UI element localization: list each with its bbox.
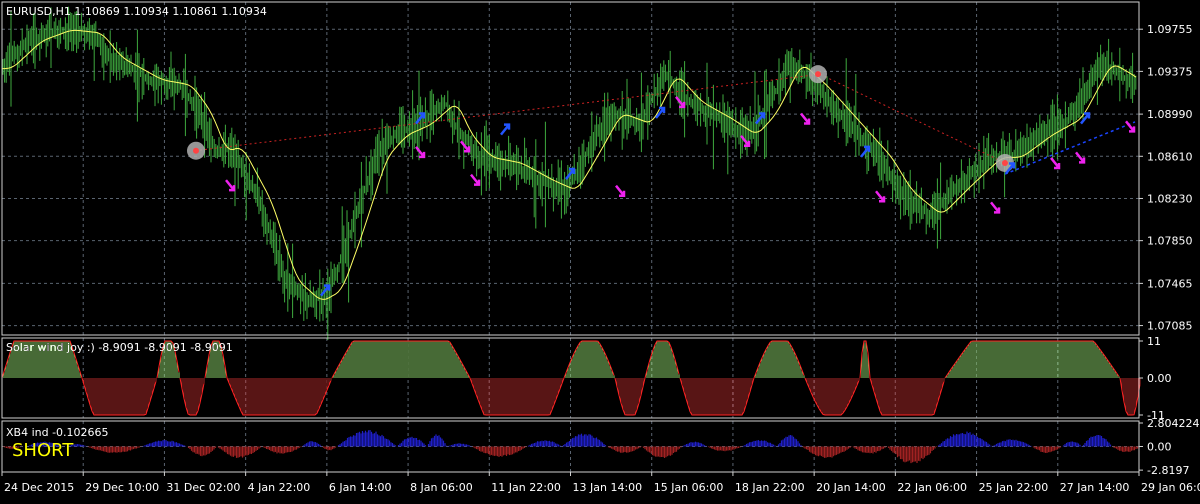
signal-marker-dot: [193, 147, 199, 154]
price-tick-label: 1.08230: [1147, 192, 1193, 205]
xb4-tick-label: -2.8197: [1147, 464, 1189, 477]
oscillator-title: Solar wind joy :) -8.9091 -8.9091 -8.909…: [6, 341, 233, 354]
short-signal-label: SHORT: [12, 440, 74, 461]
time-tick-label: 4 Jan 22:00: [248, 481, 311, 494]
time-tick-label: 20 Jan 14:00: [816, 481, 886, 494]
time-tick-label: 11 Jan 22:00: [491, 481, 561, 494]
price-tick-label: 1.07850: [1147, 235, 1193, 248]
price-tick-label: 1.09375: [1147, 65, 1193, 78]
time-tick-label: 15 Jan 06:00: [654, 481, 724, 494]
time-tick-label: 18 Jan 22:00: [735, 481, 805, 494]
time-tick-label: 29 Jan 06:00: [1141, 481, 1200, 494]
time-tick-label: 8 Jan 06:00: [410, 481, 473, 494]
osc-tick-label: 11: [1147, 335, 1161, 348]
price-tick-label: 1.07465: [1147, 277, 1193, 290]
time-tick-label: 29 Dec 10:00: [85, 481, 159, 494]
signal-marker: [187, 141, 205, 160]
price-tick-label: 1.08990: [1147, 108, 1193, 121]
time-tick-label: 27 Jan 14:00: [1060, 481, 1130, 494]
time-tick-label: 6 Jan 14:00: [329, 481, 392, 494]
time-tick-label: 24 Dec 2015: [4, 481, 74, 494]
price-tick-label: 1.09755: [1147, 23, 1193, 36]
signal-marker-dot: [1002, 159, 1008, 166]
signal-marker: [809, 65, 827, 84]
osc-tick-label: 0.00: [1147, 372, 1172, 385]
chart-svg: 1.09755 1.09375 1.08990 1.08610 1.08230 1.078…: [0, 0, 1200, 500]
xb4-tick-label: 0.00: [1147, 441, 1172, 454]
xb4-title: XB4 ind -0.102665: [6, 426, 109, 439]
trading-chart[interactable]: 1.09755 1.09375 1.08990 1.08610 1.08230 1.078…: [0, 0, 1200, 500]
price-tick-label: 1.07085: [1147, 320, 1193, 333]
time-tick-label: 31 Dec 02:00: [166, 481, 240, 494]
time-tick-label: 25 Jan 22:00: [979, 481, 1049, 494]
main-chart-title: EURUSD,H1 1.10869 1.10934 1.10861 1.1093…: [6, 5, 267, 18]
price-tick-label: 1.08610: [1147, 150, 1193, 163]
xb4-tick-label: 2.804224: [1147, 417, 1200, 430]
time-tick-label: 13 Jan 14:00: [573, 481, 643, 494]
chart-background: [0, 0, 1200, 500]
oscillator-negative-segment: [226, 377, 332, 416]
time-tick-label: 22 Jan 06:00: [897, 481, 967, 494]
signal-marker-dot: [815, 71, 821, 78]
